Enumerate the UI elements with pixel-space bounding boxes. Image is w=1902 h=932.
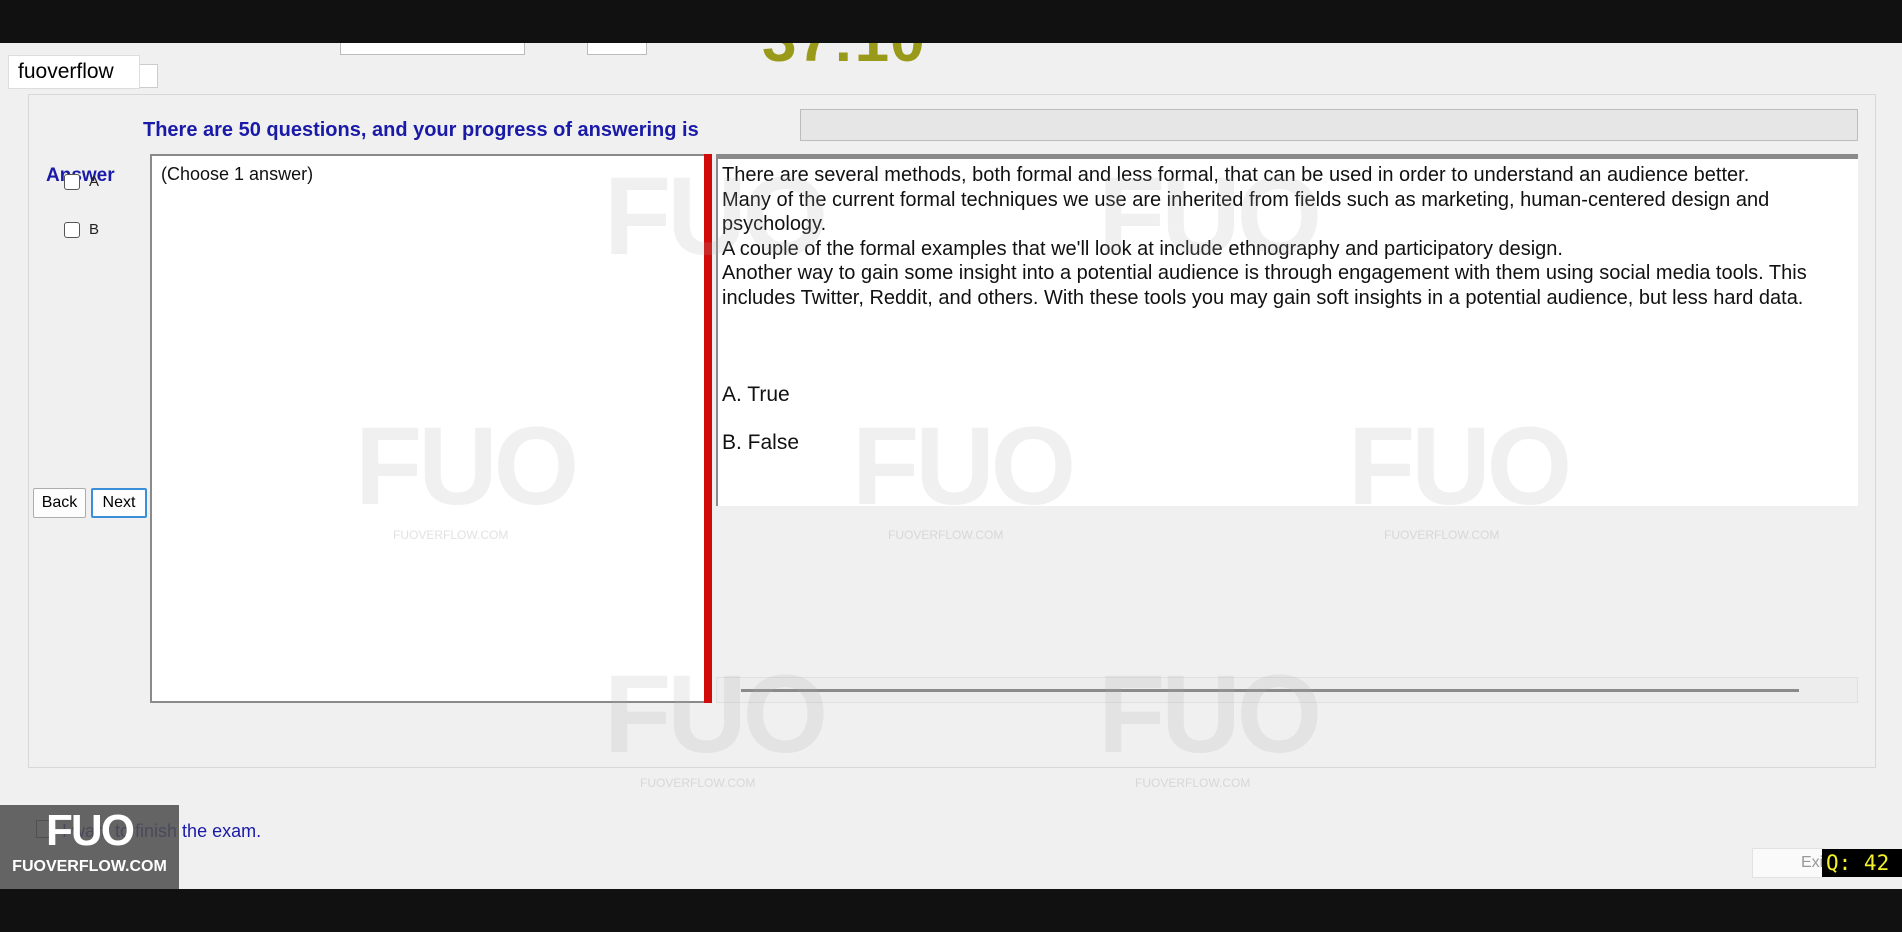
exit-button[interactable]: Exit (1752, 848, 1824, 878)
next-button[interactable]: Next (91, 488, 147, 518)
choose-instruction: (Choose 1 answer) (161, 164, 314, 184)
fuo-logo: FUO FUOVERFLOW.COM (0, 805, 179, 889)
question-pane: There are several methods, both formal a… (716, 154, 1858, 506)
back-button[interactable]: Back (33, 488, 86, 518)
option-a-label: A (89, 173, 100, 190)
logo-site: FUOVERFLOW.COM (12, 858, 167, 875)
option-b[interactable]: B (64, 221, 99, 238)
video-letterbox-top (0, 0, 1902, 43)
pane-splitter[interactable] (704, 154, 712, 703)
option-a-checkbox[interactable] (64, 173, 80, 190)
choice-false: B. False (722, 431, 800, 454)
watermark-site: FUOVERFLOW.COM (640, 776, 756, 790)
choice-true: A. True (722, 383, 790, 406)
image-area-divider (716, 677, 1858, 703)
video-letterbox-bottom (0, 889, 1902, 932)
option-a[interactable]: A (64, 173, 99, 190)
exam-window: 37:10 s fuoverflow There are 50 question… (0, 43, 1902, 889)
watermark-site: FUOVERFLOW.COM (1135, 776, 1251, 790)
logo-mark: FUO (46, 806, 135, 855)
progress-label: There are 50 questions, and your progres… (143, 119, 699, 141)
option-b-checkbox[interactable] (64, 221, 80, 238)
countdown-timer: 37:10 (762, 43, 926, 76)
answer-instruction-pane: (Choose 1 answer) (150, 154, 706, 703)
divider-line (741, 689, 1799, 692)
question-choices: A. True B. False (722, 383, 799, 479)
progress-bar (800, 109, 1858, 141)
question-text: There are several methods, both formal a… (722, 164, 1807, 309)
option-b-label: B (89, 221, 100, 238)
brand-label: fuoverflow (8, 55, 140, 89)
font-size-box[interactable] (587, 43, 647, 55)
exam-code-combo[interactable] (340, 43, 525, 55)
question-counter: Q: 42 (1822, 849, 1902, 877)
